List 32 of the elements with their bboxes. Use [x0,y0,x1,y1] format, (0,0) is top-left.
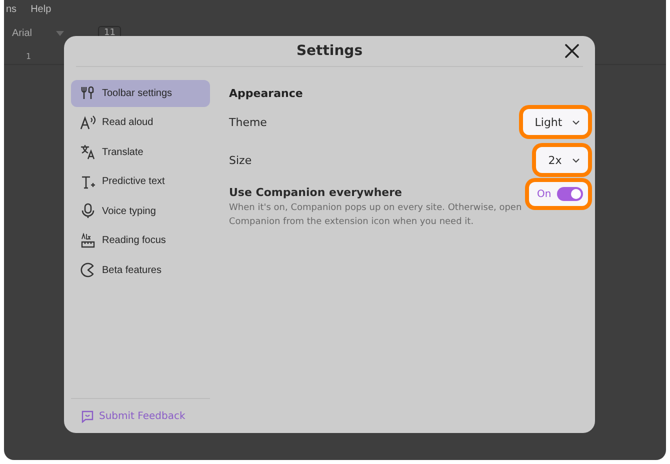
text-plus-icon [80,174,96,190]
chevron-down-icon [572,158,580,162]
setting-label: Size [229,154,252,166]
toggle-control[interactable]: On [529,182,588,206]
dropdown[interactable]: 2x [536,147,588,173]
sidebar-item[interactable]: Toolbar settings [71,80,210,106]
sidebar-item[interactable]: Reading focus [71,228,210,254]
sidebar-item[interactable]: Translate [71,139,210,166]
pie-icon [80,262,96,278]
ruler-icon [80,232,96,249]
sidebar-item[interactable]: Predictive text [71,168,210,195]
menu-item[interactable]: ns [6,4,17,14]
setting-description: When it's on, Companion pops up on every site. Otherwise, open Companion from the extension icon when you need it. [229,202,523,229]
translate-icon [80,144,96,160]
sidebar-item[interactable]: Voice typing [71,198,210,224]
microphone-icon [80,203,96,220]
setting-label: Use Companion everywhere [229,185,404,199]
section-heading: Appearance [229,87,304,102]
caret-icon [56,30,64,36]
chevron-down-icon [572,120,580,124]
dropdown[interactable]: Light [522,109,588,135]
ruler-number: 1 [26,52,32,60]
setting-label: Theme [229,116,267,128]
speaking-letter-icon [80,114,96,131]
sidebar-item[interactable]: Beta features [71,257,210,284]
menu-item[interactable]: Help [30,4,52,14]
sidebar-item[interactable]: Read aloud [71,110,210,136]
font-dropdown[interactable]: Arial [12,28,48,38]
close-icon[interactable] [565,44,579,58]
tools-icon [80,85,96,102]
feedback-icon [81,410,94,422]
dialog-title: Settings [296,43,363,59]
